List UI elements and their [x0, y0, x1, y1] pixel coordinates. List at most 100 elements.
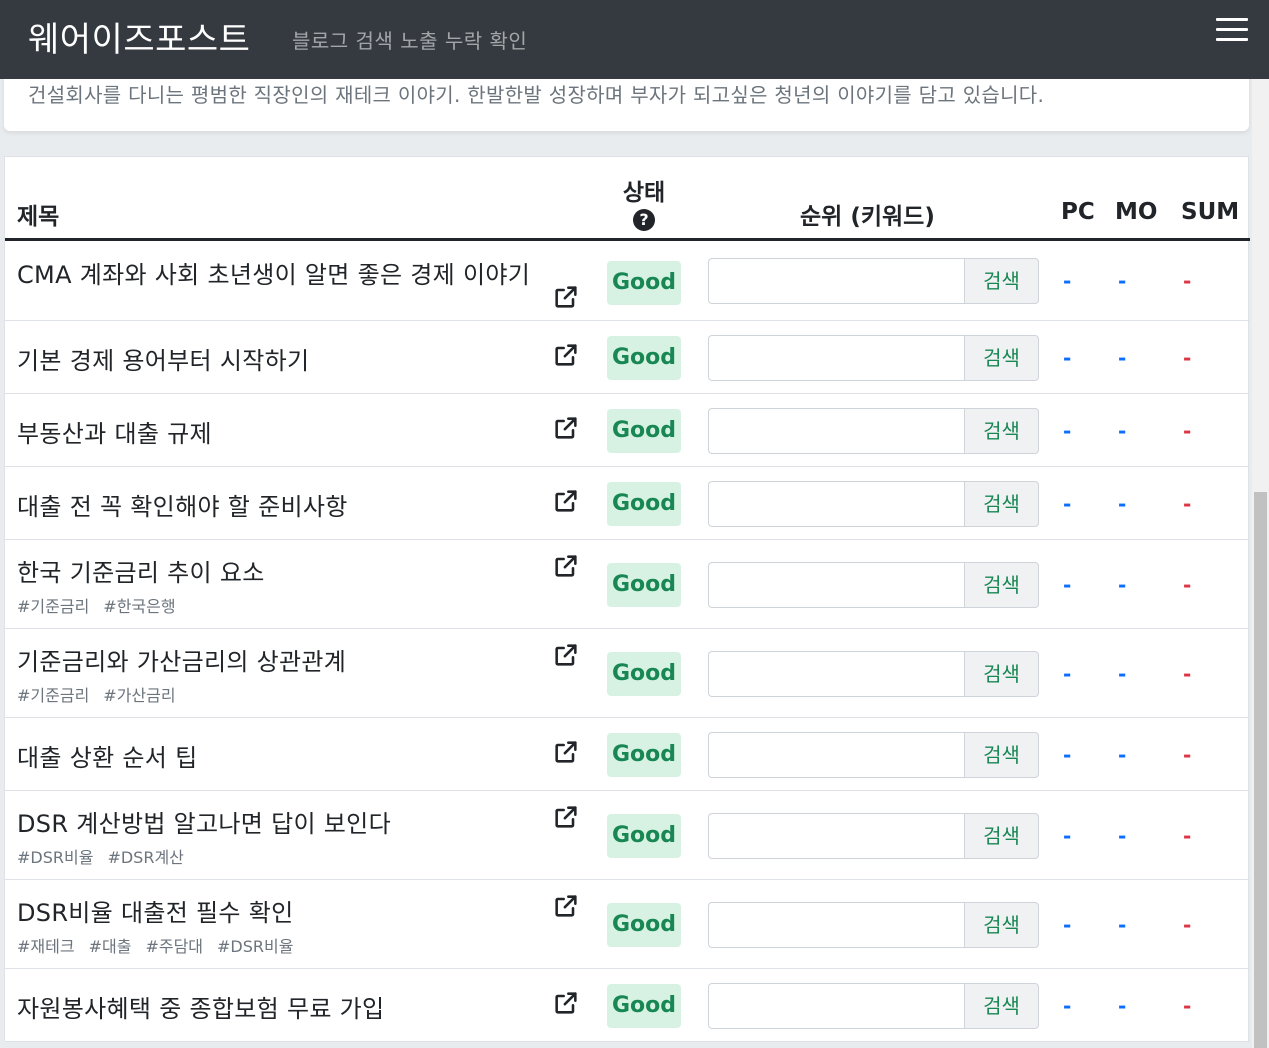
pc-rank-value: - — [1063, 418, 1072, 443]
external-link-icon[interactable] — [552, 989, 580, 1017]
post-title[interactable]: 자원봉사혜택 중 종합보험 무료 가입 — [17, 989, 384, 1024]
status-badge: Good — [607, 902, 681, 947]
sum-rank-value: - — [1183, 823, 1192, 848]
post-tags: #DSR비율 #DSR계산 — [17, 844, 198, 868]
post-tags: #기준금리 #가산금리 — [17, 682, 190, 706]
search-button[interactable]: 검색 — [964, 258, 1039, 304]
post-tags: #재테크 #대출 #주담대 #DSR비율 — [17, 933, 307, 957]
post-title[interactable]: 기준금리와 가산금리의 상관관계 — [17, 642, 346, 677]
table-row: 대출 전 꼭 확인해야 할 준비사항 Good 검색 - - - — [5, 467, 1250, 540]
post-title[interactable]: 대출 전 꼭 확인해야 할 준비사항 — [17, 487, 348, 522]
post-tags: #기준금리 #한국은행 — [17, 593, 190, 617]
external-link-icon[interactable] — [552, 487, 580, 515]
search-button[interactable]: 검색 — [964, 731, 1039, 778]
tag-label[interactable]: #DSR비율 — [17, 848, 93, 867]
table-row: DSR 계산방법 알고나면 답이 보인다 #DSR비율 #DSR계산 Good 검색 - -… — [5, 791, 1250, 880]
keyword-input[interactable] — [708, 258, 965, 304]
post-title[interactable]: DSR 계산방법 알고나면 답이 보인다 — [17, 804, 391, 839]
external-link-icon[interactable] — [552, 803, 580, 831]
sum-rank-value: - — [1183, 661, 1192, 686]
mo-rank-value: - — [1118, 993, 1127, 1018]
header-sum: SUM — [1181, 199, 1240, 225]
pc-rank-value: - — [1063, 993, 1072, 1018]
tag-label[interactable]: #재테크 — [17, 937, 75, 956]
table-row: 기본 경제 용어부터 시작하기 Good 검색 - - - — [5, 321, 1250, 394]
search-button[interactable]: 검색 — [964, 334, 1039, 381]
status-badge: Good — [607, 408, 681, 453]
keyword-input[interactable] — [708, 650, 965, 697]
table-row: 한국 기준금리 추이 요소 #기준금리 #한국은행 Good 검색 - - - — [5, 540, 1250, 629]
keyword-input[interactable] — [708, 334, 965, 381]
post-title[interactable]: 한국 기준금리 추이 요소 — [17, 553, 265, 588]
search-button[interactable]: 검색 — [964, 982, 1039, 1029]
tag-label[interactable]: #DSR비율 — [217, 937, 293, 956]
table-row: 부동산과 대출 규제 Good 검색 - - - — [5, 394, 1250, 467]
brand-logo[interactable]: 웨어이즈포스트 — [28, 12, 250, 61]
search-button[interactable]: 검색 — [964, 901, 1039, 948]
post-title[interactable]: 부동산과 대출 규제 — [17, 414, 212, 449]
keyword-input[interactable] — [708, 561, 965, 608]
header-mo: MO — [1115, 199, 1158, 225]
keyword-input[interactable] — [708, 901, 965, 948]
mo-rank-value: - — [1118, 823, 1127, 848]
table-row: 대출 상환 순서 팁 Good 검색 - - - — [5, 718, 1250, 791]
search-button[interactable]: 검색 — [964, 812, 1039, 859]
status-badge: Good — [607, 813, 681, 858]
status-badge: Good — [607, 562, 681, 607]
keyword-input[interactable] — [708, 812, 965, 859]
status-badge: Good — [607, 732, 681, 777]
pc-rank-value: - — [1063, 661, 1072, 686]
mo-rank-value: - — [1118, 418, 1127, 443]
tag-label[interactable]: #대출 — [89, 937, 132, 956]
table-row: CMA 계좌와 사회 초년생이 알면 좋은 경제 이야기 Good 검색 - - - — [5, 241, 1250, 321]
header-status: 상태 ? — [605, 173, 683, 231]
pc-rank-value: - — [1063, 823, 1072, 848]
pc-rank-value: - — [1063, 742, 1072, 767]
keyword-input[interactable] — [708, 731, 965, 778]
pc-rank-value: - — [1063, 491, 1072, 516]
sum-rank-value: - — [1183, 912, 1192, 937]
tag-label[interactable]: #기준금리 — [17, 686, 89, 705]
pc-rank-value: - — [1063, 912, 1072, 937]
mo-rank-value: - — [1118, 572, 1127, 597]
keyword-input[interactable] — [708, 407, 965, 454]
hamburger-menu-icon[interactable] — [1216, 18, 1248, 42]
blog-description: 건설회사를 다니는 평범한 직장인의 재테크 이야기. 한발한발 성장하며 부자… — [28, 83, 1045, 107]
header-rank: 순위 (키워드) — [800, 204, 935, 230]
tag-label[interactable]: #가산금리 — [103, 686, 175, 705]
table-row: 자원봉사혜택 중 종합보험 무료 가입 Good 검색 - - - — [5, 969, 1250, 1042]
keyword-input[interactable] — [708, 480, 965, 527]
post-title[interactable]: 대출 상환 순서 팁 — [17, 738, 197, 773]
search-button[interactable]: 검색 — [964, 561, 1039, 608]
tag-label[interactable]: #DSR계산 — [107, 848, 183, 867]
search-button[interactable]: 검색 — [964, 650, 1039, 697]
external-link-icon[interactable] — [552, 738, 580, 766]
question-circle-icon[interactable]: ? — [633, 209, 655, 231]
tag-label[interactable]: #주담대 — [145, 937, 203, 956]
external-link-icon[interactable] — [552, 283, 580, 311]
sum-rank-value: - — [1183, 491, 1192, 516]
search-button[interactable]: 검색 — [964, 480, 1039, 527]
external-link-icon[interactable] — [552, 552, 580, 580]
scrollbar-thumb[interactable] — [1254, 492, 1267, 1048]
pc-rank-value: - — [1063, 345, 1072, 370]
post-title[interactable]: 기본 경제 용어부터 시작하기 — [17, 341, 309, 376]
sum-rank-value: - — [1183, 345, 1192, 370]
header-status-label: 상태 — [622, 180, 666, 206]
mo-rank-value: - — [1118, 912, 1127, 937]
status-badge: Good — [607, 261, 681, 305]
external-link-icon[interactable] — [552, 641, 580, 669]
external-link-icon[interactable] — [552, 414, 580, 442]
tag-label[interactable]: #기준금리 — [17, 597, 89, 616]
post-title[interactable]: DSR비율 대출전 필수 확인 — [17, 893, 294, 928]
keyword-input[interactable] — [708, 982, 965, 1029]
header-pc: PC — [1061, 199, 1095, 225]
post-title[interactable]: CMA 계좌와 사회 초년생이 알면 좋은 경제 이야기 — [17, 255, 530, 290]
pc-rank-value: - — [1063, 572, 1072, 597]
search-button[interactable]: 검색 — [964, 407, 1039, 454]
tag-label[interactable]: #한국은행 — [103, 597, 175, 616]
external-link-icon[interactable] — [552, 341, 580, 369]
status-badge: Good — [607, 983, 681, 1028]
external-link-icon[interactable] — [552, 892, 580, 920]
navbar: 웨어이즈포스트 블로그 검색 노출 누락 확인 — [0, 0, 1269, 79]
